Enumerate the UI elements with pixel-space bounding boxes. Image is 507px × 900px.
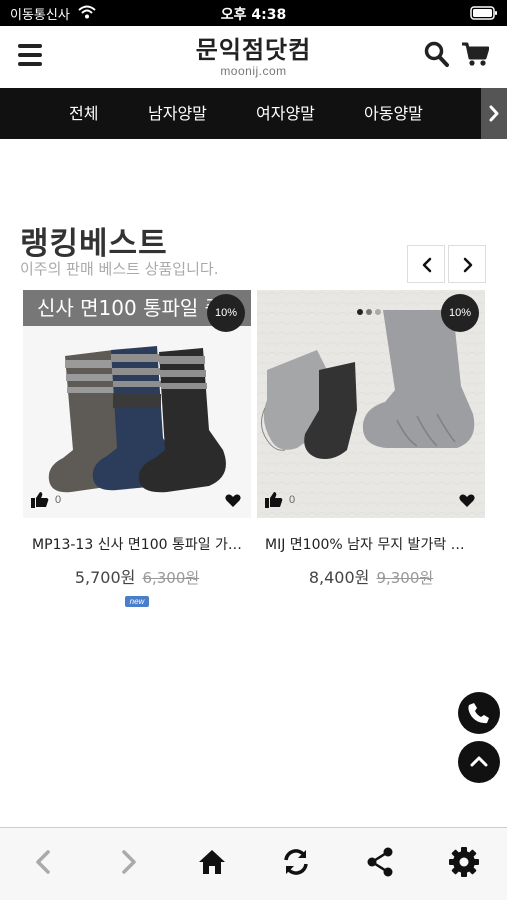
search-icon[interactable] bbox=[424, 40, 450, 68]
scroll-top-button[interactable] bbox=[458, 741, 500, 783]
thumbs-up-icon bbox=[31, 492, 49, 508]
like-count: 0 bbox=[55, 493, 62, 506]
category-nav: 전체 남자양말 여자양말 아동양말 bbox=[0, 88, 507, 139]
product-card[interactable]: 신사 면100 통파일 중 10% 0 MP13-13 신사 면100 통파일 … bbox=[23, 290, 251, 607]
forward-icon[interactable] bbox=[112, 846, 144, 878]
product-name[interactable]: MP13-13 신사 면100 통파일 가… bbox=[23, 534, 251, 554]
back-icon[interactable] bbox=[28, 846, 60, 878]
thumbs-up-icon bbox=[265, 492, 283, 508]
product-image[interactable]: 신사 면100 통파일 중 10% 0 bbox=[23, 290, 251, 518]
product-old-price: 9,300원 bbox=[376, 569, 434, 587]
tab-womens-socks[interactable]: 여자양말 bbox=[256, 88, 315, 139]
bottom-toolbar bbox=[0, 827, 507, 900]
like-count: 0 bbox=[289, 493, 296, 506]
product-old-price: 6,300원 bbox=[142, 569, 200, 587]
refresh-icon[interactable] bbox=[280, 846, 312, 878]
chevron-right-icon bbox=[463, 257, 473, 273]
gear-icon[interactable] bbox=[448, 846, 480, 878]
discount-badge: 10% bbox=[207, 294, 245, 332]
battery-icon bbox=[470, 6, 497, 20]
tab-mens-socks[interactable]: 남자양말 bbox=[148, 88, 207, 139]
carousel-next-button[interactable] bbox=[448, 245, 486, 283]
carousel-prev-button[interactable] bbox=[407, 245, 445, 283]
heart-icon[interactable] bbox=[459, 494, 475, 508]
chevron-up-icon bbox=[470, 756, 488, 767]
like-button[interactable]: 0 bbox=[31, 491, 61, 508]
section-title: 랭킹베스트 bbox=[20, 226, 168, 262]
product-price: 5,700원 bbox=[74, 568, 136, 587]
discount-badge: 10% bbox=[441, 294, 479, 332]
product-price: 8,400원 bbox=[308, 568, 370, 587]
product-image[interactable]: 10% 0 bbox=[257, 290, 485, 518]
product-price-row: 5,700원 6,300원 bbox=[23, 564, 251, 588]
chevron-left-icon bbox=[422, 257, 432, 273]
nav-next-button[interactable] bbox=[481, 88, 507, 139]
image-pager bbox=[357, 302, 384, 320]
status-bar: 이동통신사 오후 4:38 bbox=[0, 0, 507, 26]
tab-kids-socks[interactable]: 아동양말 bbox=[364, 88, 423, 139]
new-badge: new bbox=[125, 596, 149, 607]
chevron-right-icon bbox=[489, 105, 499, 122]
phone-icon bbox=[468, 703, 489, 724]
app-header: 문익점닷컴 moonij.com bbox=[0, 26, 507, 88]
product-price-row: 8,400원 9,300원 bbox=[257, 564, 485, 588]
cart-icon[interactable] bbox=[461, 40, 489, 68]
like-button[interactable]: 0 bbox=[265, 491, 295, 508]
product-name[interactable]: MIJ 면100% 남자 무지 발가락 중… bbox=[257, 534, 485, 554]
heart-icon[interactable] bbox=[225, 494, 241, 508]
product-card[interactable]: 10% 0 MIJ 면100% 남자 무지 발가락 중… 8,400원 9,30… bbox=[257, 290, 485, 588]
phone-call-button[interactable] bbox=[458, 692, 500, 734]
section-subtitle: 이주의 판매 베스트 상품입니다. bbox=[20, 260, 219, 278]
share-icon[interactable] bbox=[364, 846, 396, 878]
status-time: 오후 4:38 bbox=[220, 7, 287, 23]
home-icon[interactable] bbox=[196, 846, 228, 878]
tab-all[interactable]: 전체 bbox=[69, 88, 98, 139]
